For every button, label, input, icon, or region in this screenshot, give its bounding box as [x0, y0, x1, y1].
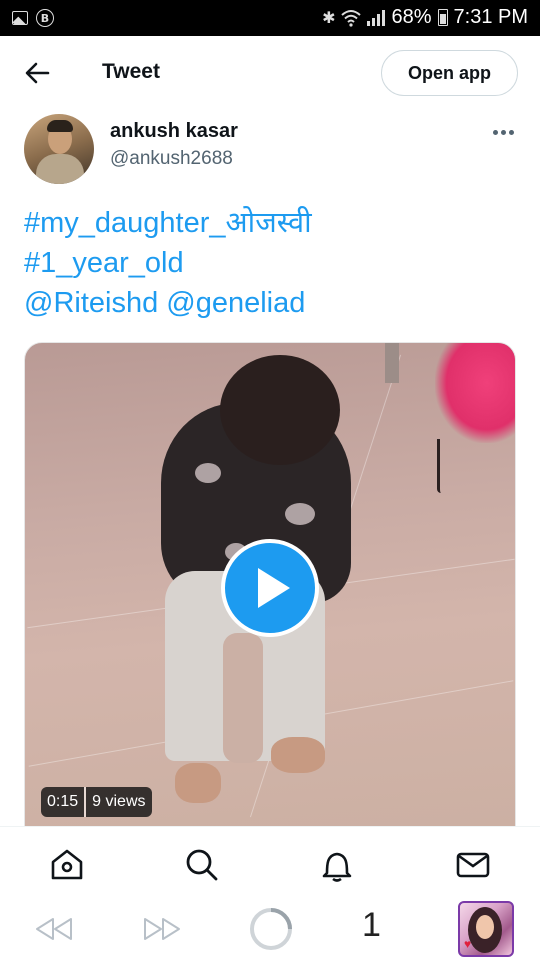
signal-icon [367, 9, 386, 26]
mention-links[interactable]: @Riteishd @geneliad [24, 283, 524, 323]
author-handle[interactable]: @ankush2688 [110, 148, 233, 170]
image-icon [12, 11, 28, 25]
search-icon[interactable] [182, 845, 222, 885]
profile-thumbnail[interactable]: ♥ [458, 901, 514, 957]
hashtag-link[interactable]: #my_daughter_ओजस्वी [24, 203, 524, 243]
hashtag-link[interactable]: #1_year_old [24, 243, 524, 283]
page-title: Tweet [102, 60, 160, 83]
clock: 7:31 PM [453, 6, 528, 28]
tab-count[interactable]: 1 [362, 906, 381, 945]
loading-icon[interactable] [248, 906, 294, 952]
app-header: Tweet Open app [0, 36, 540, 112]
tweet-text: #my_daughter_ओजस्वी #1_year_old @Riteish… [24, 203, 524, 323]
video-views: 9 views [86, 787, 152, 817]
video-player[interactable]: 0:15 9 views [24, 342, 516, 828]
bottom-nav [0, 826, 540, 898]
battery-icon [437, 9, 448, 26]
play-button[interactable] [221, 539, 319, 637]
author-name[interactable]: ankush kasar [110, 120, 238, 143]
messages-icon[interactable] [453, 845, 493, 885]
home-icon[interactable] [47, 845, 87, 885]
b-badge-icon: B [36, 9, 54, 27]
pink-chair [435, 343, 515, 443]
status-bar: B ✱ 68% 7:31 PM [0, 0, 540, 36]
bluetooth-icon: ✱ [322, 8, 336, 27]
fast-forward-icon[interactable] [142, 916, 182, 942]
video-info-badge: 0:15 9 views [41, 787, 152, 817]
wifi-icon [341, 9, 362, 27]
notifications-icon[interactable] [317, 845, 357, 885]
more-horizontal-icon[interactable] [488, 120, 518, 144]
battery-percent: 68% [391, 6, 432, 28]
video-duration: 0:15 [41, 787, 85, 817]
avatar[interactable] [24, 114, 94, 184]
arrow-left-icon[interactable] [20, 58, 54, 88]
play-icon [258, 568, 290, 608]
open-app-button[interactable]: Open app [381, 50, 518, 96]
rewind-icon[interactable] [34, 916, 74, 942]
